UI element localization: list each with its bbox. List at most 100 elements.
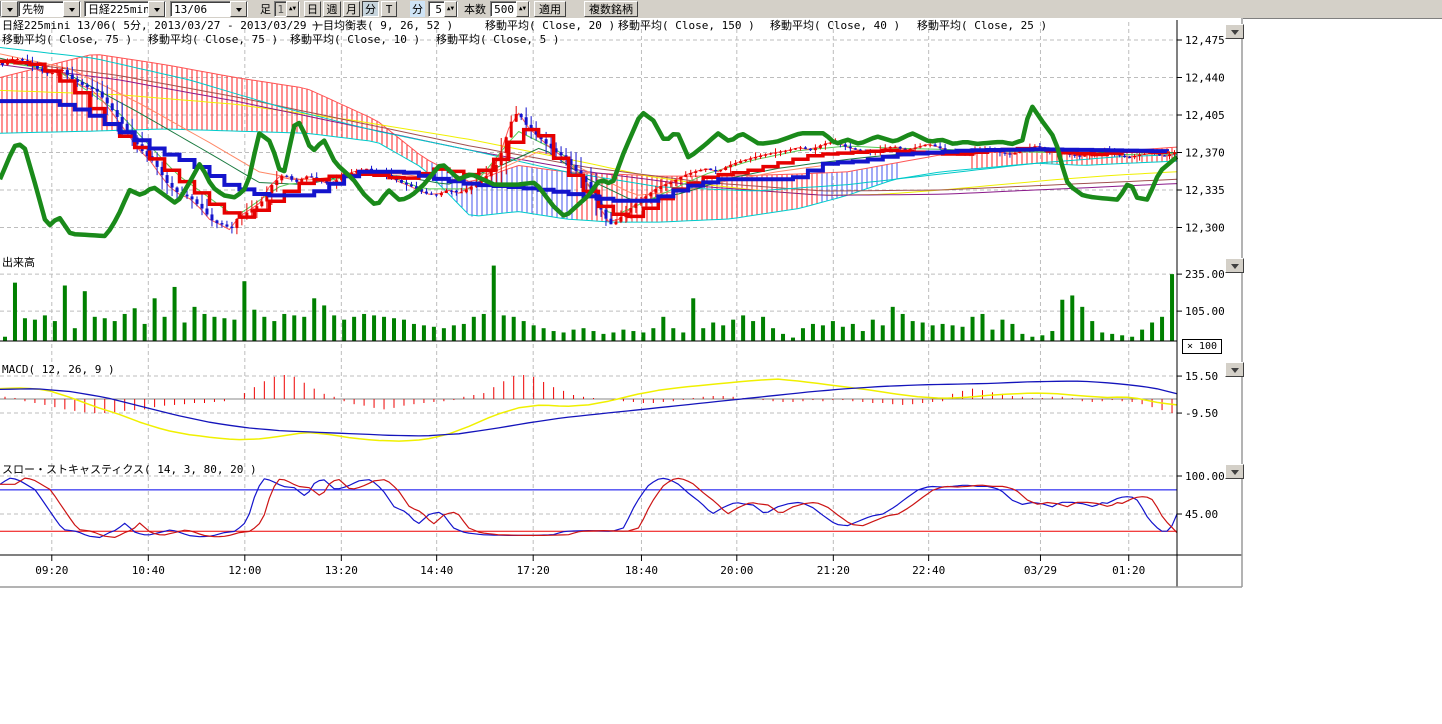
- volume-bar: [302, 317, 306, 341]
- volume-bar: [681, 332, 685, 341]
- instrument-select[interactable]: 日経225mini: [84, 1, 166, 17]
- candle-body: [779, 152, 782, 153]
- volume-bar: [462, 324, 466, 341]
- candle-body: [734, 163, 737, 165]
- volume-bar: [232, 320, 236, 341]
- toolbar: 先物 日経225mini 13/06 足 1 ▲▼ 日 週 月 分 T 分 5 …: [0, 0, 1442, 19]
- chevron-down-icon: [1231, 264, 1239, 273]
- candle-body: [924, 145, 927, 146]
- candle-body: [1008, 154, 1011, 155]
- candle-body: [669, 182, 672, 184]
- volume-bar: [552, 331, 556, 341]
- contract-month-select[interactable]: 13/06: [170, 1, 248, 17]
- minute-spinner[interactable]: 5 ▲▼: [428, 1, 458, 17]
- legend-item: 移動平均( Close, 75 ): [2, 32, 132, 46]
- candle-body: [684, 175, 687, 177]
- candle-body: [450, 191, 453, 192]
- candle-body: [285, 176, 288, 177]
- period-tick-button[interactable]: T: [381, 1, 397, 17]
- macd-panel-title: MACD( 12, 26, 9 ): [2, 363, 115, 376]
- volume-bar: [1070, 295, 1074, 341]
- chevron-down-icon[interactable]: [63, 1, 80, 17]
- period-minute-button[interactable]: 分: [362, 1, 379, 17]
- volume-bar: [562, 332, 566, 341]
- candle-body: [1013, 153, 1016, 155]
- period-week-button[interactable]: 週: [323, 1, 341, 17]
- candle-body: [1003, 153, 1006, 154]
- volume-bar: [402, 320, 406, 341]
- spinner-icon[interactable]: ▲▼: [444, 1, 457, 17]
- candle-body: [445, 191, 448, 193]
- instrument-type-select[interactable]: 先物: [18, 1, 81, 17]
- volume-bar: [921, 323, 925, 342]
- main-panel-menu-button[interactable]: [1225, 24, 1244, 39]
- spinner-icon[interactable]: ▲▼: [286, 1, 299, 17]
- count-spinner[interactable]: 500 ▲▼: [490, 1, 530, 17]
- volume-bar: [472, 317, 476, 341]
- volume-bar: [392, 318, 396, 341]
- chevron-down-icon[interactable]: [148, 1, 165, 17]
- x-axis-label: 09:20: [35, 564, 68, 577]
- volume-bar: [412, 324, 416, 341]
- candle-body: [1123, 156, 1126, 157]
- candle-body: [280, 176, 283, 181]
- candle-body: [156, 161, 159, 167]
- chevron-down-icon[interactable]: [230, 1, 247, 17]
- candle-body: [674, 180, 677, 183]
- volume-bar: [871, 320, 875, 341]
- volume-bar: [941, 324, 945, 341]
- x-axis-label: 03/29: [1024, 564, 1057, 577]
- left-combo-stub[interactable]: [0, 1, 16, 17]
- volume-bar: [113, 321, 117, 341]
- candle-body: [664, 184, 667, 186]
- stoch-panel-menu-button[interactable]: [1225, 464, 1244, 479]
- candle-body: [934, 145, 937, 147]
- candle-body: [614, 222, 617, 225]
- y-axis-label: 100.00: [1185, 470, 1225, 483]
- volume-bar: [352, 317, 356, 341]
- candle-body: [51, 73, 54, 74]
- spinner-icon[interactable]: ▲▼: [516, 1, 529, 17]
- candle-body: [400, 180, 403, 183]
- price-chart-canvas[interactable]: 12,47512,44012,40512,37012,33512,300235.…: [0, 18, 1243, 588]
- candle-body: [230, 227, 233, 228]
- volume-bar: [502, 315, 506, 341]
- period-day-button[interactable]: 日: [304, 1, 321, 17]
- candle-body: [440, 193, 443, 195]
- y-axis-label: 12,440: [1185, 72, 1225, 85]
- y-axis-label: 12,335: [1185, 184, 1225, 197]
- candle-body: [200, 204, 203, 209]
- macd-panel-menu-button[interactable]: [1225, 362, 1244, 377]
- volume-bar: [312, 298, 316, 341]
- candle-body: [465, 190, 468, 193]
- candle-body: [699, 170, 702, 171]
- volume-bar: [1020, 334, 1024, 341]
- volume-bar: [422, 325, 426, 341]
- candle-body: [295, 180, 298, 182]
- legend-item: 移動平均( Close, 10 ): [290, 32, 420, 46]
- volume-bar: [43, 315, 47, 341]
- candle-body: [91, 87, 94, 89]
- bar-label: 足: [258, 1, 273, 17]
- candle-body: [774, 153, 777, 154]
- candle-body: [460, 192, 463, 193]
- candle-body: [191, 196, 194, 199]
- chevron-down-icon[interactable]: [1, 1, 18, 17]
- candle-body: [545, 139, 548, 144]
- period-month-button[interactable]: 月: [343, 1, 360, 17]
- volume-bar: [1010, 324, 1014, 341]
- volume-bar: [801, 328, 805, 341]
- volume-bar: [282, 314, 286, 341]
- candle-body: [171, 183, 174, 188]
- multi-symbol-button[interactable]: 複数銘柄: [584, 1, 638, 17]
- candle-body: [36, 66, 39, 69]
- volume-bar: [3, 337, 7, 341]
- bar-interval-spinner[interactable]: 1 ▲▼: [274, 1, 300, 17]
- volume-bar: [63, 286, 67, 342]
- volume-panel-menu-button[interactable]: [1225, 258, 1244, 273]
- volume-bar: [292, 315, 296, 341]
- volume-bar: [222, 318, 226, 341]
- candle-body: [814, 148, 817, 150]
- apply-button[interactable]: 適用: [534, 1, 566, 17]
- candle-body: [205, 209, 208, 215]
